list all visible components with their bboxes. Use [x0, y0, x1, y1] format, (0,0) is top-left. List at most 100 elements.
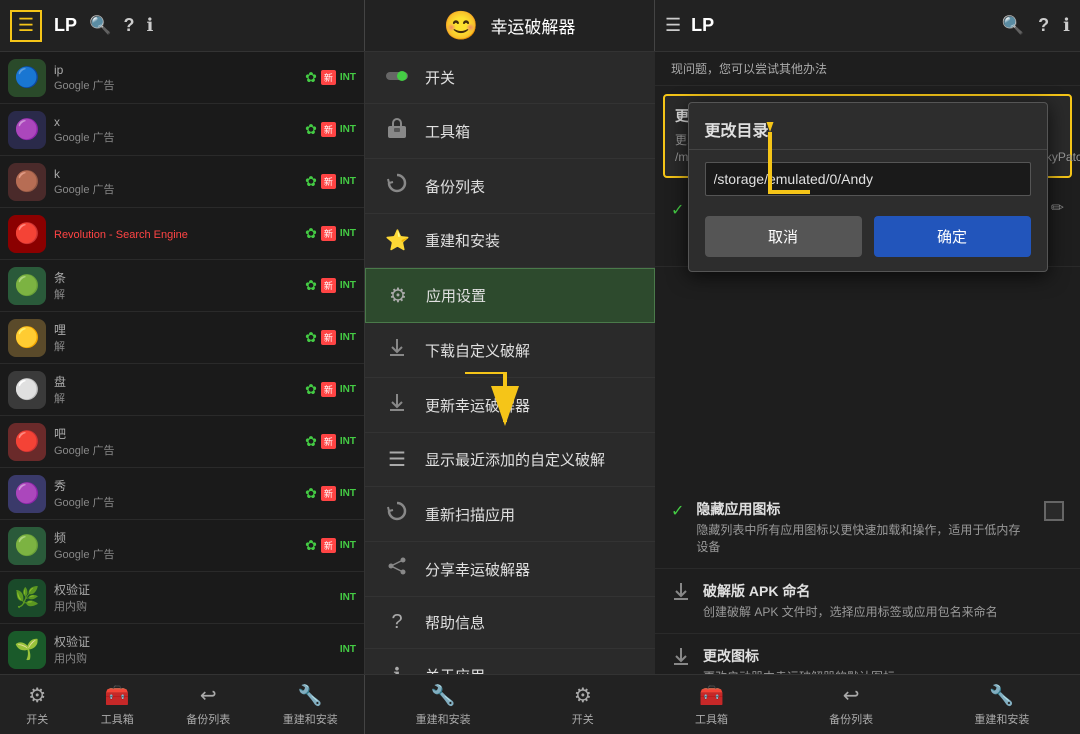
- menu-item-settings[interactable]: ⚙ 应用设置: [365, 268, 655, 323]
- app-badges: ✿ 新 INT: [305, 69, 356, 86]
- dialog-cancel-button[interactable]: 取消: [705, 216, 862, 257]
- top-info: 现问题，您可以尝试其他办法: [655, 52, 1080, 86]
- settings-item-change-icon[interactable]: 更改图标 更改启动器中幸运破解器的默认图标: [655, 634, 1080, 674]
- int-badge: INT: [340, 592, 356, 603]
- app-icon: 🟤: [8, 163, 46, 201]
- top-bar-right: ☰ LP 🔍 ? ℹ: [655, 0, 1080, 51]
- app-sub: 解: [54, 338, 305, 354]
- app-sub: Google 广告: [54, 181, 305, 197]
- app-name: k: [54, 167, 305, 181]
- bottom-item-toggle[interactable]: ⚙ 开关: [26, 683, 48, 727]
- menu-item-rescan[interactable]: 重新扫描应用: [365, 487, 655, 542]
- top-bar: ☰ LP 🔍 ? ℹ 😊 幸运破解器 ☰ LP 🔍 ?: [0, 0, 1080, 52]
- app-info: x Google 广告: [54, 115, 305, 145]
- app-sub: Google 广告: [54, 129, 305, 145]
- download-icon-change: [671, 646, 691, 672]
- bottom-item-backup-r[interactable]: ↩ 备份列表: [829, 683, 873, 727]
- list-item[interactable]: 🟢 频 Google 广告 ✿ 新 INT: [0, 520, 364, 572]
- menu-item-about[interactable]: ℹ 关于应用: [365, 649, 655, 674]
- bottom-rebuild-icon-r: 🔧: [431, 683, 456, 708]
- app-badges: ✿ 新 INT: [305, 433, 356, 450]
- list-item[interactable]: 🔵 ip Google 广告 ✿ 新 INT: [0, 52, 364, 104]
- list-item[interactable]: 🌱 权验证 用内购 INT: [0, 624, 364, 674]
- menu-label-about: 关于应用: [425, 665, 485, 674]
- check-icon-hide: ✓: [671, 501, 684, 521]
- info-button-right[interactable]: ℹ: [1063, 15, 1070, 36]
- app-logo: 😊: [444, 9, 479, 42]
- help-button-left[interactable]: ?: [123, 15, 134, 36]
- search-button-right[interactable]: 🔍: [1002, 15, 1024, 36]
- bottom-bar-right: 🔧 重建和安装 ⚙ 开关 🧰 工具箱 ↩ 备份列表 🔧 重建和安装: [365, 675, 1080, 734]
- main-content: 🔵 ip Google 广告 ✿ 新 INT 🟣 x Google 广告 ✿ 新…: [0, 52, 1080, 674]
- app-badges: INT: [340, 592, 356, 603]
- list-item[interactable]: 🟡 哩 解 ✿ 新 INT: [0, 312, 364, 364]
- menu-button-right[interactable]: ☰: [665, 15, 681, 36]
- share-icon: [385, 556, 409, 582]
- settings-item-apk-name[interactable]: 破解版 APK 命名 创建破解 APK 文件时，选择应用标签或应用包名来命名: [655, 569, 1080, 634]
- app-sub: 用内购: [54, 650, 340, 666]
- hamburger-menu-button[interactable]: ☰: [10, 10, 42, 42]
- int-badge: INT: [340, 384, 356, 395]
- app-title: 幸运破解器: [490, 13, 575, 38]
- int-badge: INT: [340, 488, 356, 499]
- bottom-item-toolbox[interactable]: 🧰 工具箱: [101, 683, 134, 727]
- settings-desc-hide: 隐藏列表中所有应用图标以更快速加载和操作，适用于低内存设备: [696, 522, 1032, 556]
- list-item[interactable]: 🟢 条 解 ✿ 新 INT: [0, 260, 364, 312]
- int-badge: INT: [340, 644, 356, 655]
- app-name: 条: [54, 269, 305, 286]
- search-button-left[interactable]: 🔍: [89, 15, 111, 36]
- bottom-item-backup[interactable]: ↩ 备份列表: [186, 683, 230, 727]
- int-badge: INT: [340, 72, 356, 83]
- app-name: 秀: [54, 477, 305, 494]
- list-item[interactable]: 🟤 k Google 广告 ✿ 新 INT: [0, 156, 364, 208]
- bottom-item-rebuild-r2[interactable]: 🔧 重建和安装: [974, 683, 1029, 727]
- help-icon-right: ?: [1038, 15, 1049, 35]
- bottom-toggle-icon: ⚙: [28, 683, 46, 708]
- list-item[interactable]: ⚪ 盘 解 ✿ 新 INT: [0, 364, 364, 416]
- info-icon-right: ℹ: [1063, 15, 1070, 35]
- app-sub: Google 广告: [54, 77, 305, 93]
- settings-item-hide-icon[interactable]: ✓ 隐藏应用图标 隐藏列表中所有应用图标以更快速加载和操作，适用于低内存设备: [655, 487, 1080, 569]
- list-item[interactable]: 🟣 秀 Google 广告 ✿ 新 INT: [0, 468, 364, 520]
- dialog-input-path[interactable]: [705, 162, 1031, 196]
- bottom-backup-label-r: 备份列表: [829, 711, 873, 727]
- menu-item-help[interactable]: ? 帮助信息: [365, 597, 655, 649]
- list-item[interactable]: 🔴 吧 Google 广告 ✿ 新 INT: [0, 416, 364, 468]
- menu-item-show-custom[interactable]: ☰ 显示最近添加的自定义破解: [365, 433, 655, 487]
- menu-item-update[interactable]: 更新幸运破解器: [365, 378, 655, 433]
- app-name: 吧: [54, 425, 305, 442]
- menu-item-rebuild[interactable]: ⭐ 重建和安装: [365, 214, 655, 268]
- app-list: 🔵 ip Google 广告 ✿ 新 INT 🟣 x Google 广告 ✿ 新…: [0, 52, 365, 674]
- dialog-confirm-button[interactable]: 确定: [874, 216, 1031, 257]
- bottom-item-rebuild[interactable]: 🔧 重建和安装: [283, 683, 338, 727]
- menu-item-toggle[interactable]: 开关: [365, 52, 655, 104]
- checkbox-hide[interactable]: [1044, 501, 1064, 521]
- search-icon-left: 🔍: [89, 15, 111, 35]
- menu-item-backup[interactable]: 备份列表: [365, 159, 655, 214]
- int-badge: INT: [340, 124, 356, 135]
- menu-label-toggle: 开关: [425, 67, 455, 88]
- menu-item-download[interactable]: 下载自定义破解: [365, 323, 655, 378]
- bottom-item-rebuild-r[interactable]: 🔧 重建和安装: [416, 683, 471, 727]
- clover-icon: ✿: [305, 173, 317, 190]
- list-item[interactable]: 🔴 Revolution - Search Engine ✿ 新 INT: [0, 208, 364, 260]
- app-info: 频 Google 广告: [54, 529, 305, 562]
- list-item[interactable]: 🌿 权验证 用内购 INT: [0, 572, 364, 624]
- menu-item-share[interactable]: 分享幸运破解器: [365, 542, 655, 597]
- int-badge: INT: [340, 540, 356, 551]
- menu-label-rebuild: 重建和安装: [425, 230, 500, 251]
- app-badges: ✿ 新 INT: [305, 485, 356, 502]
- bottom-item-toolbox-r[interactable]: 🧰 工具箱: [695, 683, 728, 727]
- app-icon: 🟣: [8, 475, 46, 513]
- menu-icon-right: ☰: [665, 15, 681, 35]
- list-item[interactable]: 🟣 x Google 广告 ✿ 新 INT: [0, 104, 364, 156]
- help-button-right[interactable]: ?: [1038, 15, 1049, 36]
- clover-icon: ✿: [305, 381, 317, 398]
- new-badge: 新: [321, 174, 336, 189]
- bottom-item-toggle-r[interactable]: ⚙ 开关: [572, 683, 594, 727]
- new-badge: 新: [321, 122, 336, 137]
- new-badge: 新: [321, 278, 336, 293]
- menu-item-toolbox[interactable]: 工具箱: [365, 104, 655, 159]
- app-badges: ✿ 新 INT: [305, 173, 356, 190]
- info-button-left[interactable]: ℹ: [146, 15, 153, 36]
